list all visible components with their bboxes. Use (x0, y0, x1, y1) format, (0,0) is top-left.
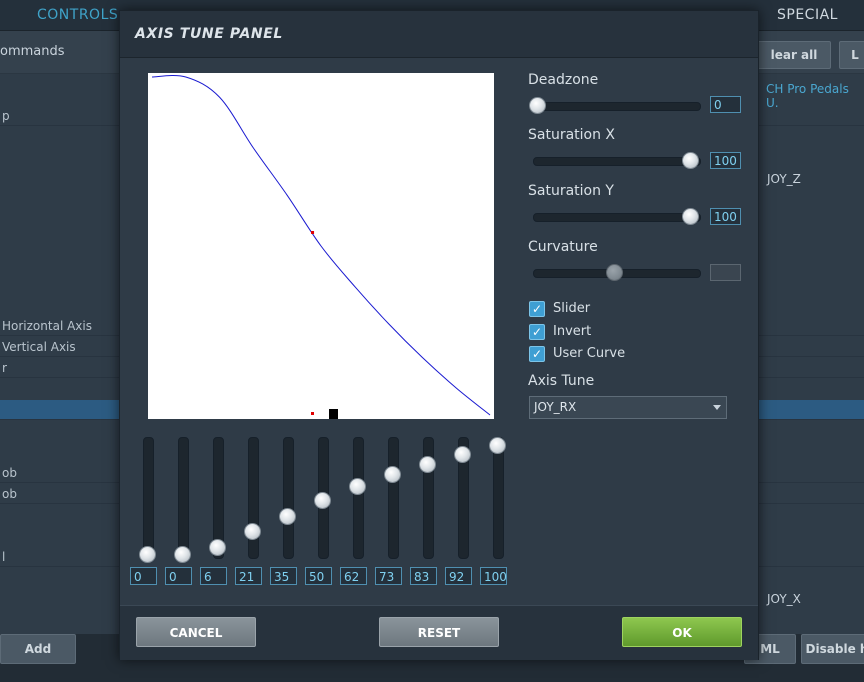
slider-knob[interactable] (489, 437, 506, 454)
user-curve-value[interactable]: 0 (165, 567, 192, 585)
slider-track (493, 437, 504, 559)
curvature-label: Curvature (528, 239, 598, 255)
slider-knob[interactable] (529, 97, 546, 114)
slider-track (283, 437, 294, 559)
joy-x-binding[interactable]: JOY_X (767, 592, 801, 606)
saturation-x-value[interactable]: 100 (710, 152, 741, 169)
user-curve-value[interactable]: 50 (305, 567, 332, 585)
curve-chart (151, 75, 491, 419)
slider-knob[interactable] (279, 507, 296, 525)
cancel-button[interactable]: CANCEL (136, 617, 256, 647)
curve-center-marker (311, 230, 315, 234)
user-curve-value[interactable]: 83 (410, 567, 437, 585)
pedals-column-header[interactable]: CH Pro Pedals U. (766, 82, 864, 110)
user-curve-value[interactable]: 21 (235, 567, 262, 585)
slider-track (388, 437, 399, 559)
tab-controls[interactable]: CONTROLS (37, 0, 118, 30)
user-curve-slider[interactable]: 0 (130, 431, 166, 591)
slider-knob[interactable] (419, 455, 436, 473)
check-icon[interactable]: ✓ (529, 301, 545, 317)
saturation-x-slider[interactable] (529, 151, 701, 171)
commands-label: ommands (0, 44, 65, 59)
slider-knob[interactable] (139, 546, 156, 563)
user-curve-slider[interactable]: 0 (165, 431, 201, 591)
saturation-y-label: Saturation Y (528, 183, 614, 199)
deadzone-slider[interactable] (529, 96, 701, 116)
user-curve-slider[interactable]: 83 (410, 431, 446, 591)
input-position-marker (311, 412, 314, 415)
deadzone-label: Deadzone (528, 72, 599, 88)
axis-tune-selected: JOY_RX (534, 400, 577, 414)
curve-graph (148, 73, 494, 419)
disable-button[interactable]: Disable h (801, 634, 864, 664)
user-curve-value[interactable]: 62 (340, 567, 367, 585)
tab-special[interactable]: SPECIAL (777, 0, 838, 30)
user-curve-slider[interactable]: 92 (445, 431, 481, 591)
user-curve-value[interactable]: 6 (200, 567, 227, 585)
invert-checkbox-label: Invert (553, 324, 592, 339)
ok-button[interactable]: OK (622, 617, 742, 647)
curvature-value[interactable] (710, 264, 741, 281)
slider-track (143, 437, 154, 559)
curvature-slider[interactable] (529, 263, 701, 283)
panel-header: AXIS TUNE PANEL (120, 11, 758, 58)
user-curve-slider[interactable]: 35 (270, 431, 306, 591)
check-icon[interactable]: ✓ (529, 324, 545, 340)
axis-tune-panel: AXIS TUNE PANEL 0 0 6 21 35 50 62 73 83 92 100 Dea… (119, 10, 759, 660)
user-curve-value[interactable]: 100 (480, 567, 507, 585)
slider-track (533, 157, 701, 166)
user-curve-sliders: 0 0 6 21 35 50 62 73 83 92 100 (130, 431, 510, 591)
slider-knob[interactable] (314, 491, 331, 509)
slider-track (533, 102, 701, 111)
user-curve-slider[interactable]: 21 (235, 431, 271, 591)
reset-button[interactable]: RESET (379, 617, 499, 647)
saturation-y-slider[interactable] (529, 207, 701, 227)
deadzone-value[interactable]: 0 (710, 96, 741, 113)
user-curve-value[interactable]: 0 (130, 567, 157, 585)
user-curve-slider[interactable]: 62 (340, 431, 376, 591)
slider-knob[interactable] (454, 445, 471, 463)
axis-tune-dropdown[interactable]: JOY_RX (529, 396, 727, 419)
clear-all-button[interactable]: lear all (757, 41, 831, 69)
joy-z-binding[interactable]: JOY_Z (767, 172, 801, 186)
slider-knob[interactable] (244, 523, 261, 541)
slider-track (178, 437, 189, 559)
slider-track (248, 437, 259, 559)
output-position-marker (329, 409, 338, 419)
slider-track (533, 213, 701, 222)
add-button[interactable]: Add (0, 634, 76, 664)
slider-knob[interactable] (682, 208, 699, 225)
user-curve-slider[interactable]: 6 (200, 431, 236, 591)
slider-knob[interactable] (605, 264, 623, 281)
slider-knob[interactable] (682, 152, 699, 169)
curve-line (151, 75, 491, 416)
user-curve-value[interactable]: 73 (375, 567, 402, 585)
saturation-y-value[interactable]: 100 (710, 208, 741, 225)
slider-checkbox-label: Slider (553, 301, 591, 316)
axis-tune-label: Axis Tune (528, 373, 595, 389)
load-button[interactable]: L (839, 41, 864, 69)
user-curve-slider[interactable]: 73 (375, 431, 411, 591)
user-curve-slider[interactable]: 100 (480, 431, 516, 591)
slider-knob[interactable] (174, 546, 191, 563)
user-curve-slider[interactable]: 50 (305, 431, 341, 591)
user-curve-checkbox-label: User Curve (553, 346, 626, 361)
slider-track (353, 437, 364, 559)
panel-title: AXIS TUNE PANEL (135, 26, 283, 42)
user-curve-value[interactable]: 92 (445, 567, 472, 585)
chevron-down-icon (713, 405, 721, 410)
saturation-x-label: Saturation X (528, 127, 616, 143)
user-curve-value[interactable]: 35 (270, 567, 297, 585)
check-icon[interactable]: ✓ (529, 346, 545, 362)
